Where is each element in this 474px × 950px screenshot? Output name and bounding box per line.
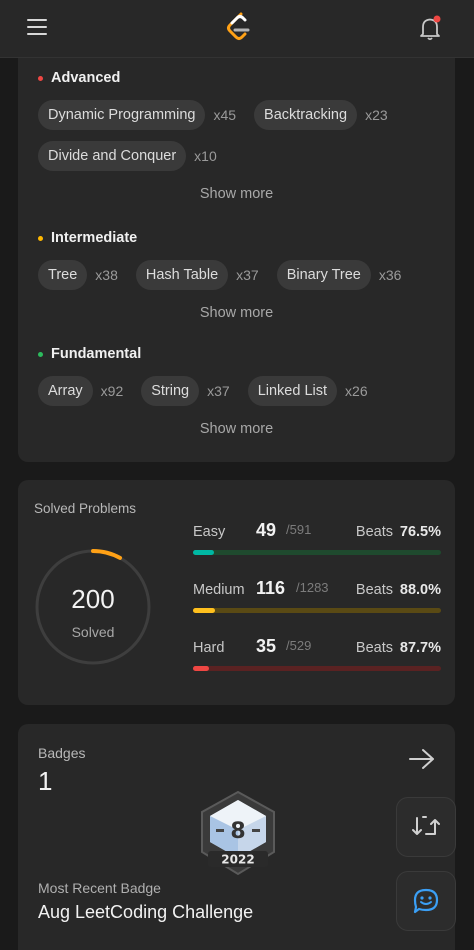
solved-problems-title: Solved Problems xyxy=(34,501,137,516)
tag-item: Backtracking x23 xyxy=(254,100,388,130)
skills-card: Advanced Dynamic Programming x45 Backtra… xyxy=(18,58,455,462)
tag-item: Hash Table x37 xyxy=(135,260,259,290)
tag-dynamic-programming[interactable]: Dynamic Programming xyxy=(38,100,206,130)
difficulty-progress-bar xyxy=(193,666,441,671)
switch-view-icon xyxy=(412,816,440,835)
badge-month-number: 8 xyxy=(230,819,245,844)
badges-label: Badges xyxy=(38,745,86,761)
intermediate-tags: Tree x38 Hash Table x37 Binary Tree x36 xyxy=(38,260,435,301)
difficulty-progress-bar xyxy=(193,608,441,613)
difficulty-easy: Easy 49 /591 Beats 76.5% xyxy=(193,520,441,555)
tag-array[interactable]: Array xyxy=(38,376,93,406)
difficulty-total: /1283 xyxy=(296,580,329,595)
tag-string[interactable]: String xyxy=(141,376,200,406)
tag-hash-table[interactable]: Hash Table xyxy=(135,260,229,290)
tag-count: x37 xyxy=(236,267,259,283)
tag-item: String x37 xyxy=(141,376,230,406)
skills-fundamental-section: Fundamental Array x92 String x37 Linked … xyxy=(38,346,435,437)
fundamental-show-more-button[interactable]: Show more xyxy=(38,421,435,437)
fundamental-heading: Fundamental xyxy=(38,346,435,362)
tag-count: x26 xyxy=(345,383,368,399)
beats-value: 88.0% xyxy=(399,582,441,598)
tag-linked-list[interactable]: Linked List xyxy=(247,376,338,406)
difficulty-total: /591 xyxy=(286,522,312,537)
notification-bell-icon[interactable] xyxy=(418,14,444,42)
tag-count: x37 xyxy=(207,383,230,399)
advanced-show-more-button[interactable]: Show more xyxy=(38,186,435,202)
tag-count: x92 xyxy=(100,383,124,399)
beats-value: 87.7% xyxy=(399,640,441,656)
tag-item: Array x92 xyxy=(38,376,123,406)
difficulty-solved-count: 35 xyxy=(256,636,277,656)
tag-divide-and-conquer[interactable]: Divide and Conquer xyxy=(38,141,187,171)
tag-count: x45 xyxy=(213,107,237,123)
intermediate-dot xyxy=(38,235,43,241)
leetcode-logo[interactable] xyxy=(224,12,252,44)
difficulty-hard: Hard 35 /529 Beats 87.7% xyxy=(193,636,441,671)
switch-view-button[interactable] xyxy=(396,797,456,857)
solved-total-label: Solved xyxy=(71,624,115,640)
tag-item: Divide and Conquer x10 xyxy=(38,141,217,171)
difficulty-total: /529 xyxy=(286,638,312,653)
difficulty-progress-bar xyxy=(193,550,441,555)
fundamental-dot xyxy=(38,351,43,357)
intermediate-title: Intermediate xyxy=(51,230,138,246)
badge-year: 2022 xyxy=(221,853,254,867)
badges-card: Badges 1 8 2022 Most Recent Badge Aug Le… xyxy=(18,724,455,950)
top-navigation-bar xyxy=(0,0,474,58)
tag-count: x23 xyxy=(365,107,388,123)
beats-value: 76.5% xyxy=(399,524,441,540)
difficulty-solved-count: 49 xyxy=(256,520,277,540)
tag-count: x36 xyxy=(378,267,402,283)
difficulty-progress-fill xyxy=(193,608,216,613)
tag-item: Dynamic Programming x45 xyxy=(38,100,236,130)
difficulty-progress-fill xyxy=(193,666,210,671)
difficulty-progress-fill xyxy=(193,550,214,555)
tag-tree[interactable]: Tree xyxy=(38,260,88,290)
most-recent-badge-name[interactable]: Aug LeetCoding Challenge xyxy=(38,902,253,923)
difficulty-medium: Medium 116 /1283 Beats 88.0% xyxy=(193,578,441,613)
tag-binary-tree[interactable]: Binary Tree xyxy=(276,260,371,290)
difficulty-solved-count: 116 xyxy=(256,578,286,598)
hamburger-icon[interactable] xyxy=(27,19,47,39)
tag-item: Tree x38 xyxy=(38,260,118,290)
beats-label: Beats xyxy=(355,582,393,598)
badges-count: 1 xyxy=(38,766,53,796)
advanced-title: Advanced xyxy=(51,70,121,86)
badge-image[interactable]: 8 2022 xyxy=(198,790,278,878)
tag-count: x10 xyxy=(194,148,217,164)
fundamental-title: Fundamental xyxy=(51,346,142,362)
solved-problems-card: Solved Problems 200 Solved Easy 49 /591 … xyxy=(18,480,455,705)
difficulty-name: Medium xyxy=(193,582,245,598)
solved-total-count: 200 xyxy=(71,584,115,614)
beats-label: Beats xyxy=(355,640,393,656)
most-recent-badge-label: Most Recent Badge xyxy=(38,880,161,896)
arrow-right-icon[interactable] xyxy=(408,748,436,770)
skills-advanced-section: Advanced Dynamic Programming x45 Backtra… xyxy=(38,70,435,202)
advanced-tags: Dynamic Programming x45 Backtracking x23… xyxy=(38,100,435,182)
tag-item: Linked List x26 xyxy=(247,376,368,406)
tag-count: x38 xyxy=(95,267,118,283)
advanced-dot xyxy=(38,75,43,81)
chat-bubble-icon xyxy=(413,888,439,914)
difficulty-name: Easy xyxy=(193,524,226,540)
intermediate-show-more-button[interactable]: Show more xyxy=(38,305,435,321)
advanced-heading: Advanced xyxy=(38,70,435,86)
skills-intermediate-section: Intermediate Tree x38 Hash Table x37 Bin… xyxy=(38,230,435,321)
beats-label: Beats xyxy=(355,524,393,540)
difficulty-name: Hard xyxy=(193,640,225,656)
chat-button[interactable] xyxy=(396,871,456,931)
tag-backtracking[interactable]: Backtracking xyxy=(254,100,358,130)
tag-item: Binary Tree x36 xyxy=(276,260,402,290)
fundamental-tags: Array x92 String x37 Linked List x26 xyxy=(38,376,435,417)
intermediate-heading: Intermediate xyxy=(38,230,435,246)
